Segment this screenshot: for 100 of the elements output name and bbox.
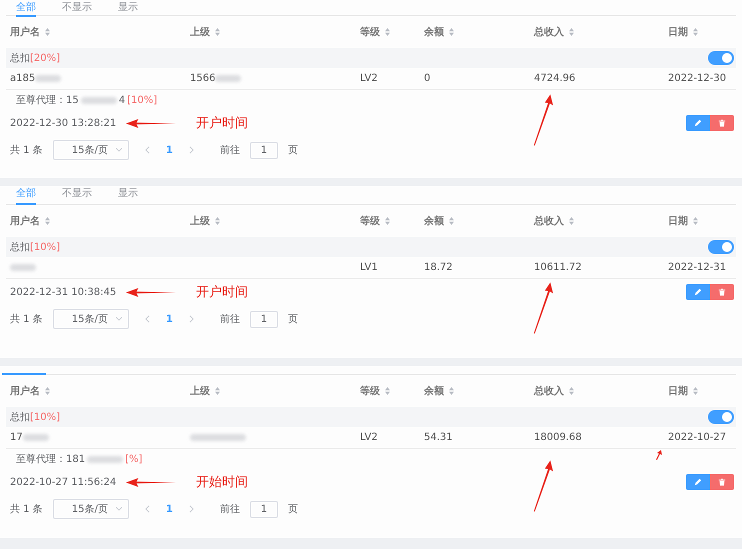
delete-button[interactable] <box>710 474 734 490</box>
column-header[interactable]: 等级 <box>360 25 380 39</box>
arrow-annotation-icon <box>532 94 554 146</box>
column-header[interactable]: 总收入 <box>534 25 564 39</box>
page-unit: 页 <box>288 313 298 326</box>
column-header[interactable]: 等级 <box>360 214 380 228</box>
page-size-select[interactable]: 15条/页 <box>52 140 129 160</box>
goto-label: 前往 <box>220 144 240 157</box>
page-size-select[interactable]: 15条/页 <box>52 309 129 329</box>
sort-icon[interactable] <box>569 387 574 395</box>
sort-icon[interactable] <box>45 28 50 36</box>
page-unit: 页 <box>288 144 298 157</box>
page-number[interactable]: 1 <box>166 504 173 514</box>
sort-icon[interactable] <box>215 387 220 395</box>
balance-cell: 54.31 <box>424 432 453 443</box>
filter-tab[interactable]: 全部 <box>16 0 36 17</box>
column-header[interactable]: 用户名 <box>10 25 40 39</box>
pencil-icon <box>694 478 702 486</box>
redaction-mark <box>87 456 124 462</box>
filter-tab[interactable]: 全部 <box>16 186 36 205</box>
column-header[interactable]: 余额 <box>424 384 444 398</box>
sort-icon[interactable] <box>449 28 454 36</box>
date-cell: 2022-12-31 <box>668 262 726 273</box>
sort-icon[interactable] <box>693 217 698 225</box>
annotation-label: 开户时间 <box>196 284 248 301</box>
level-cell: LV2 <box>360 73 378 84</box>
summary-label: 总扣[10%] <box>10 240 60 254</box>
edit-button[interactable] <box>686 115 710 131</box>
filter-tab[interactable]: 不显示 <box>62 0 92 15</box>
column-header[interactable]: 总收入 <box>534 384 564 398</box>
sort-icon[interactable] <box>215 217 220 225</box>
column-header[interactable]: 用户名 <box>10 384 40 398</box>
delete-button[interactable] <box>710 115 734 131</box>
goto-label: 前往 <box>220 502 240 516</box>
prev-page-icon[interactable] <box>144 146 150 154</box>
sort-icon[interactable] <box>569 217 574 225</box>
toggle-switch[interactable] <box>708 240 734 254</box>
filter-tab[interactable]: 显示 <box>118 186 138 203</box>
column-header[interactable]: 上级 <box>190 214 210 228</box>
column-header[interactable]: 余额 <box>424 25 444 39</box>
toggle-switch[interactable] <box>708 51 734 65</box>
goto-label: 前往 <box>220 312 240 326</box>
summary-label: 总扣[10%] <box>10 410 60 424</box>
trash-icon <box>718 478 726 486</box>
delete-button[interactable] <box>710 284 734 300</box>
edit-button[interactable] <box>686 474 710 490</box>
filter-tab[interactable]: 不显示 <box>62 186 92 203</box>
page-input[interactable]: 1 <box>250 142 278 158</box>
sort-icon[interactable] <box>449 387 454 395</box>
page-input[interactable]: 1 <box>250 310 278 328</box>
column-header[interactable]: 日期 <box>668 384 688 398</box>
sort-icon[interactable] <box>385 28 390 36</box>
page-input[interactable]: 1 <box>250 500 278 518</box>
column-header[interactable]: 余额 <box>424 214 444 228</box>
column-header[interactable]: 用户名 <box>10 214 40 228</box>
total-count: 共 1 条 <box>10 312 43 326</box>
total-count: 共 1 条 <box>10 502 43 516</box>
pencil-icon <box>694 119 702 127</box>
username-cell: a185 <box>10 73 36 84</box>
sort-icon[interactable] <box>693 387 698 395</box>
redaction-mark <box>80 96 117 104</box>
prev-page-icon[interactable] <box>144 315 150 323</box>
page-number[interactable]: 1 <box>166 314 173 324</box>
arrow-annotation-icon <box>532 282 554 334</box>
sort-icon[interactable] <box>569 28 574 36</box>
column-header[interactable]: 日期 <box>668 25 688 39</box>
sort-icon[interactable] <box>385 387 390 395</box>
income-cell: 10611.72 <box>534 262 582 273</box>
next-page-icon[interactable] <box>188 505 194 513</box>
level-cell: LV1 <box>360 262 378 273</box>
next-page-icon[interactable] <box>188 146 194 154</box>
column-header[interactable]: 等级 <box>360 384 380 398</box>
prev-page-icon[interactable] <box>144 505 150 513</box>
column-header[interactable]: 上级 <box>190 25 210 39</box>
pencil-icon <box>694 288 702 296</box>
date-cell: 2022-10-27 <box>668 432 726 443</box>
next-page-icon[interactable] <box>188 315 194 323</box>
edit-button[interactable] <box>686 284 710 300</box>
sort-icon[interactable] <box>693 28 698 36</box>
toggle-switch[interactable] <box>708 410 734 424</box>
sort-icon[interactable] <box>45 387 50 395</box>
caret-icon <box>116 148 122 152</box>
sort-icon[interactable] <box>449 217 454 225</box>
column-header[interactable]: 总收入 <box>534 214 564 228</box>
total-count: 共 1 条 <box>10 144 43 157</box>
date-cell: 2022-12-30 <box>668 73 726 84</box>
sort-icon[interactable] <box>385 217 390 225</box>
sort-icon[interactable] <box>215 28 220 36</box>
sort-icon[interactable] <box>45 217 50 225</box>
page-size-select[interactable]: 15条/页 <box>52 499 129 519</box>
filter-tab[interactable]: 显示 <box>118 0 138 15</box>
income-cell: 4724.96 <box>534 73 576 84</box>
page-unit: 页 <box>288 503 298 516</box>
created-time: 2022-10-27 11:56:24 <box>10 476 116 488</box>
column-header[interactable]: 日期 <box>668 214 688 228</box>
column-header[interactable]: 上级 <box>190 384 210 398</box>
created-time: 2022-12-31 10:38:45 <box>10 286 116 298</box>
agent-id: 4 <box>118 94 126 106</box>
agent-label: 至尊代理：15 <box>16 94 79 107</box>
page-number[interactable]: 1 <box>166 144 173 156</box>
